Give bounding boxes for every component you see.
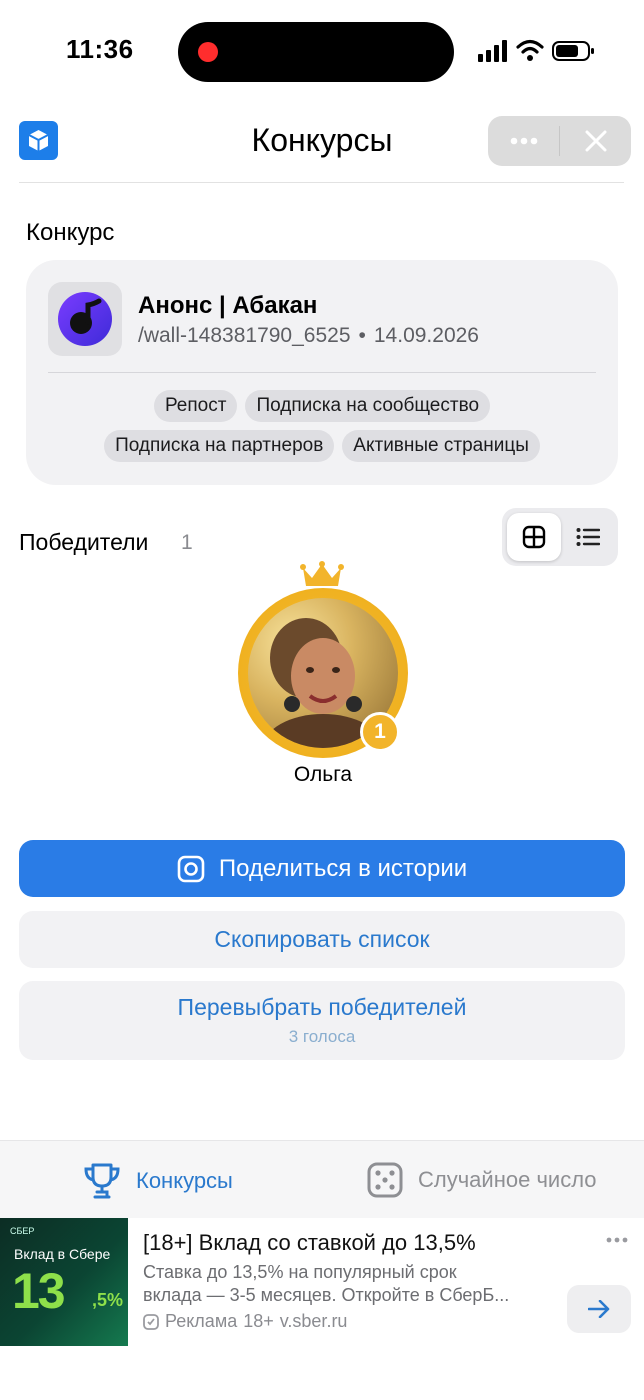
music-app-icon [48,282,122,356]
ad-image-rate: 13 [12,1263,66,1319]
ad-label: Реклама [165,1311,238,1331]
ad-domain: v.sber.ru [279,1311,348,1331]
ad-more-icon[interactable] [606,1236,628,1244]
tab-contests[interactable]: Конкурсы [82,1161,233,1201]
contest-name: Анонс | Абакан [138,292,318,319]
ad-badge-icon [143,1313,159,1330]
view-toggle [502,508,618,566]
conditions-row-2: Подписка на партнеров Активные страницы [26,430,618,462]
close-button[interactable] [560,116,631,166]
winner-name: Ольга [293,763,353,786]
condition-chip: Подписка на партнеров [104,430,335,462]
contest-wall-link: /wall-148381790_6525 [138,324,351,347]
trophy-icon [84,1163,120,1199]
ad-image-headline: Вклад в Сбере [14,1246,111,1262]
battery-icon [552,41,594,61]
card-divider [48,372,596,373]
dice-icon [367,1162,403,1198]
tab-contests-label: Конкурсы [136,1168,233,1193]
mini-app-capsule [488,116,631,166]
copy-list-label: Скопировать список [214,926,430,952]
contest-date: 14.09.2026 [373,324,479,347]
ad-open-button[interactable] [567,1285,631,1333]
ad-description: Ставка до 13,5% на популярный срок вклад… [143,1261,558,1307]
arrow-right-icon [588,1300,610,1318]
condition-chip: Активные страницы [342,430,540,462]
winner-place-badge: 1 [360,712,400,752]
header-divider [19,182,624,183]
ad-desc-line: вклада — 3-5 месяцев. Откройте в СберБ..… [143,1285,510,1305]
recording-dot-icon [198,42,218,62]
ad-image-brand: СБЕР [10,1226,35,1236]
contest-meta: /wall-148381790_6525 • 14.09.2026 [138,324,479,348]
condition-chip: Репост [153,390,238,422]
signal-icon [478,40,507,62]
ad-label-row: Реклама 18+ v.sber.ru [143,1311,347,1332]
condition-chip: Подписка на сообщество [245,390,491,422]
story-icon [177,855,205,882]
conditions-row-1: Репост Подписка на сообщество [26,390,618,422]
reselect-votes: 3 голоса [288,1027,356,1046]
ad-desc-line: Ставка до 13,5% на популярный срок [143,1262,457,1282]
winners-count: 1 [181,531,193,554]
reselect-winners-button[interactable]: Перевыбрать победителей 3 голоса [19,981,625,1060]
tab-bar: Конкурсы Случайное число [0,1140,644,1218]
ad-image-rate-fraction: ,5% [92,1290,124,1310]
list-icon [576,528,600,546]
share-story-button[interactable]: Поделиться в истории [19,840,625,897]
close-icon [585,130,606,152]
tab-random-number[interactable]: Случайное число [366,1161,597,1199]
copy-list-button[interactable]: Скопировать список [19,911,625,968]
share-story-label: Поделиться в истории [218,854,468,882]
reselect-label: Перевыбрать победителей [177,994,467,1020]
winners-label: Победители [19,529,149,555]
more-dots-icon [510,137,537,145]
ad-image[interactable]: СБЕР Вклад в Сбере 13 ,5% [0,1218,128,1346]
ad-title[interactable]: [18+] Вклад со ставкой до 13,5% [143,1230,476,1256]
dynamic-island [178,22,454,82]
wifi-icon [516,39,544,61]
ad-age: 18+ [243,1311,274,1331]
grid-view-button[interactable] [507,513,561,561]
contest-section-label: Конкурс [26,219,115,246]
status-time: 11:36 [66,34,134,64]
list-view-button[interactable] [563,513,613,561]
meta-separator: • [358,324,366,347]
grid-icon [522,525,546,549]
tab-random-label: Случайное число [418,1167,597,1192]
more-button[interactable] [488,116,559,166]
crown-icon [300,561,344,586]
